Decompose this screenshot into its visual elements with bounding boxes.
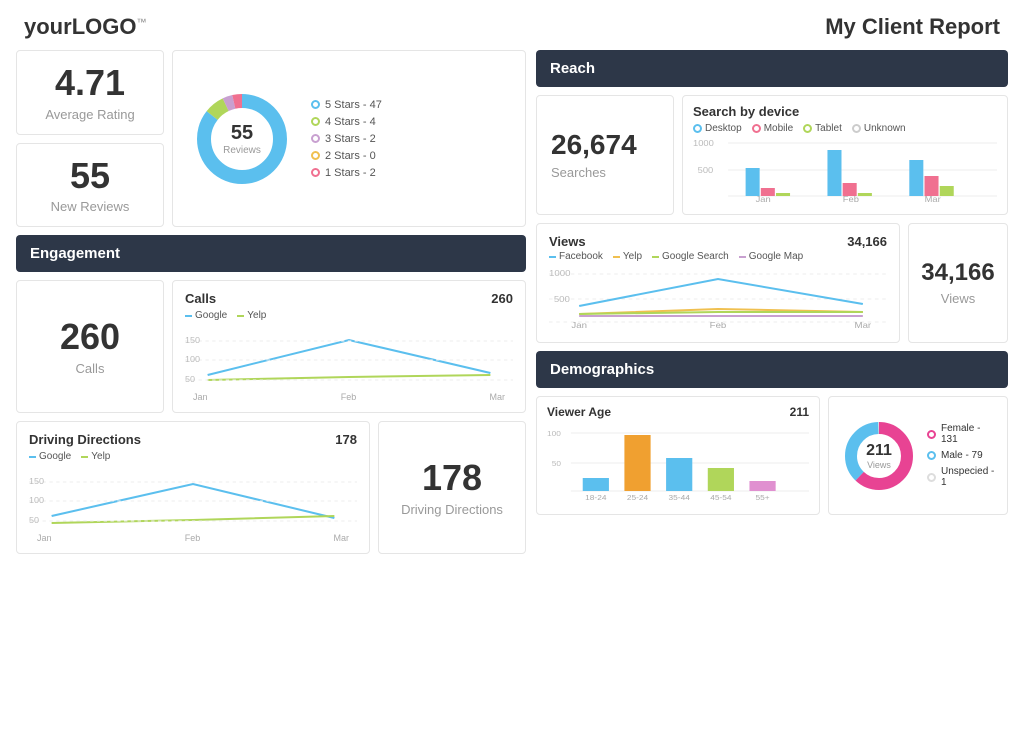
logo-your: your bbox=[24, 14, 72, 39]
gender-donut-label: Views bbox=[866, 460, 892, 470]
views-chart-number: 34,166 bbox=[847, 234, 887, 249]
svg-text:150: 150 bbox=[29, 477, 44, 486]
gender-legend: Female - 131 Male - 79 Unspecied - 1 bbox=[927, 423, 997, 488]
views-number: 34,166 bbox=[921, 260, 994, 286]
calls-chart-card: Calls 260 Google Yelp bbox=[172, 280, 526, 413]
svg-text:100: 100 bbox=[547, 430, 561, 438]
svg-text:50: 50 bbox=[185, 375, 195, 384]
viewer-age-title: Viewer Age bbox=[547, 405, 611, 419]
directions-stat-card: 178 Driving Directions bbox=[378, 421, 526, 554]
directions-chart-card: Driving Directions 178 Google Yelp bbox=[16, 421, 370, 554]
svg-text:500: 500 bbox=[554, 295, 570, 304]
svg-text:45-54: 45-54 bbox=[710, 494, 732, 502]
demographics-label: Demographics bbox=[550, 361, 654, 378]
calls-chart-number: 260 bbox=[491, 291, 513, 306]
svg-text:500: 500 bbox=[698, 166, 714, 175]
demographics-header: Demographics bbox=[536, 351, 1008, 388]
calls-stat-card: 260 Calls bbox=[16, 280, 164, 413]
svg-text:Jan: Jan bbox=[571, 321, 587, 330]
calls-label: Calls bbox=[76, 361, 105, 376]
new-reviews-card: 55 New Reviews bbox=[16, 143, 164, 228]
svg-text:Jan: Jan bbox=[756, 195, 771, 204]
new-reviews-label: New Reviews bbox=[51, 199, 130, 214]
donut-center-label: Reviews bbox=[223, 145, 261, 156]
calls-number: 260 bbox=[60, 317, 120, 357]
views-label: Views bbox=[941, 291, 975, 306]
views-chart-title: Views bbox=[549, 234, 586, 249]
directions-label: Driving Directions bbox=[401, 502, 503, 517]
logo-bold: LOGO bbox=[72, 14, 137, 39]
average-rating-number: 4.71 bbox=[55, 63, 125, 103]
svg-text:Mar: Mar bbox=[925, 195, 941, 204]
device-chart-title: Search by device bbox=[693, 104, 997, 119]
gender-donut: 211 Views bbox=[839, 416, 919, 496]
donut-center-number: 55 bbox=[223, 122, 261, 145]
views-chart-card: Views 34,166 Facebook Yelp Google Search… bbox=[536, 223, 900, 343]
logo: yourLOGO™ bbox=[24, 14, 146, 40]
svg-text:50: 50 bbox=[552, 460, 561, 468]
directions-chart-title: Driving Directions bbox=[29, 432, 141, 447]
svg-text:Feb: Feb bbox=[710, 321, 727, 330]
viewer-age-total: 211 bbox=[790, 405, 809, 419]
searches-number: 26,674 bbox=[551, 130, 637, 161]
svg-text:150: 150 bbox=[185, 336, 200, 345]
engagement-header: Engagement bbox=[16, 235, 526, 272]
gender-donut-number: 211 bbox=[866, 442, 892, 460]
reviews-donut: 55 Reviews bbox=[187, 84, 297, 194]
reviews-donut-card: 55 Reviews 5 Stars - 47 4 Stars - 4 3 St… bbox=[172, 50, 526, 227]
search-device-card: Search by device Desktop Mobile Tablet U… bbox=[682, 95, 1008, 215]
directions-chart-number: 178 bbox=[335, 432, 357, 447]
reach-header: Reach bbox=[536, 50, 1008, 87]
average-rating-label: Average Rating bbox=[45, 107, 134, 122]
svg-text:1000: 1000 bbox=[693, 139, 714, 148]
svg-text:Mar: Mar bbox=[855, 321, 872, 330]
svg-text:25-24: 25-24 bbox=[627, 494, 649, 502]
svg-text:100: 100 bbox=[29, 496, 44, 505]
logo-tm: ™ bbox=[136, 18, 146, 29]
viewer-age-card: Viewer Age 211 100 50 bbox=[536, 396, 820, 515]
reviews-legend: 5 Stars - 47 4 Stars - 4 3 Stars - 2 2 S… bbox=[311, 99, 382, 179]
svg-text:100: 100 bbox=[185, 355, 200, 364]
new-reviews-number: 55 bbox=[70, 156, 110, 196]
svg-text:Feb: Feb bbox=[843, 195, 859, 204]
searches-stat-card: 26,674 Searches bbox=[536, 95, 674, 215]
svg-text:50: 50 bbox=[29, 516, 39, 525]
gender-card: 211 Views Female - 131 Male - 79 Unspeci… bbox=[828, 396, 1008, 515]
views-stat-card: 34,166 Views bbox=[908, 223, 1008, 343]
reach-label: Reach bbox=[550, 60, 595, 77]
engagement-label: Engagement bbox=[30, 245, 120, 262]
average-rating-card: 4.71 Average Rating bbox=[16, 50, 164, 135]
svg-text:18-24: 18-24 bbox=[585, 494, 607, 502]
svg-text:1000: 1000 bbox=[549, 269, 571, 278]
report-title: My Client Report bbox=[825, 14, 1000, 40]
searches-label: Searches bbox=[551, 165, 606, 180]
svg-text:35-44: 35-44 bbox=[669, 494, 691, 502]
svg-text:55+: 55+ bbox=[755, 494, 770, 502]
calls-chart-title: Calls bbox=[185, 291, 216, 306]
directions-number: 178 bbox=[422, 458, 482, 498]
header: yourLOGO™ My Client Report bbox=[0, 0, 1024, 50]
